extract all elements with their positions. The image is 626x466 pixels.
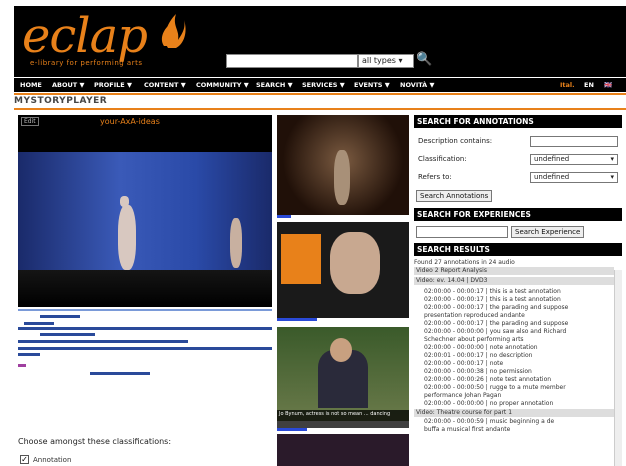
video-edit-badge[interactable]: Edit xyxy=(21,117,39,126)
video-thumbnail-4[interactable] xyxy=(277,434,409,466)
result-item[interactable]: 02:00:00 - 00:00:00 | note annotation xyxy=(414,344,614,352)
experiences-heading: SEARCH FOR EXPERIENCES xyxy=(414,208,622,221)
timeline-segment[interactable] xyxy=(24,322,54,325)
thumb-woman xyxy=(330,232,380,294)
refers-select[interactable]: undefined ▾ xyxy=(530,172,618,183)
chevron-down-icon: ▾ xyxy=(610,155,614,163)
result-group[interactable]: Video: Theatre course for part 1 xyxy=(414,409,614,417)
site-logo[interactable]: eclap xyxy=(22,10,148,62)
classification-prompt: Choose amongst these classifications: xyxy=(18,437,172,446)
description-input[interactable] xyxy=(530,136,618,147)
classification-option-label: Annotation xyxy=(33,456,72,464)
results-heading: SEARCH RESULTS xyxy=(414,243,622,256)
result-item[interactable]: 02:00:00 - 00:00:17 | the parading and s… xyxy=(414,320,614,328)
timeline-segment[interactable] xyxy=(18,347,272,350)
annotations-heading: SEARCH FOR ANNOTATIONS xyxy=(414,115,622,128)
search-annotations-button[interactable]: Search Annotations xyxy=(416,190,493,202)
timeline-segment[interactable] xyxy=(40,333,95,336)
result-item[interactable]: 02:00:00 - 00:00:59 | music beginning a … xyxy=(414,418,614,426)
lang-italian[interactable]: Ital. xyxy=(560,79,575,91)
result-item[interactable]: 02:00:00 - 00:00:17 | this is a test ann… xyxy=(414,288,614,296)
timeline-segment[interactable] xyxy=(90,372,150,375)
result-item[interactable]: 02:00:00 - 00:00:17 | note xyxy=(414,360,614,368)
classification-select[interactable]: undefined ▾ xyxy=(530,154,618,165)
results-summary: Found 27 annotations in 24 audio xyxy=(414,259,515,266)
thumb-progress xyxy=(277,215,291,218)
thumb-orange-panel xyxy=(281,234,321,284)
thumb-progress xyxy=(277,318,317,321)
nav-search[interactable]: SEARCH ▼ xyxy=(256,79,293,91)
lang-english[interactable]: EN xyxy=(584,79,594,91)
result-item[interactable]: presentation reproduced andante xyxy=(414,312,614,320)
result-item[interactable]: 02:00:00 - 00:00:17 | the parading and s… xyxy=(414,304,614,312)
page-title: MYSTORYPLAYER xyxy=(14,96,108,106)
nav-profile[interactable]: PROFILE ▼ xyxy=(94,79,132,91)
result-item[interactable]: performance Johan Pagan xyxy=(414,392,614,400)
title-divider xyxy=(14,108,626,110)
dancer-head xyxy=(120,196,129,207)
results-scrollbar[interactable] xyxy=(614,270,622,466)
result-item[interactable]: 02:00:00 - 00:00:17 | this is a test ann… xyxy=(414,296,614,304)
nav-about[interactable]: ABOUT ▼ xyxy=(52,79,84,91)
thumb-caption: Jo Bynum, actress is not so mean ... dan… xyxy=(277,410,409,428)
search-input[interactable] xyxy=(226,54,358,68)
refers-label: Refers to: xyxy=(418,173,452,181)
description-label: Description contains: xyxy=(418,137,493,145)
annotation-timeline[interactable] xyxy=(18,308,272,380)
result-item[interactable]: 02:00:00 - 00:00:00 | no proper annotati… xyxy=(414,400,614,408)
nav-events[interactable]: EVENTS ▼ xyxy=(354,79,390,91)
timeline-segment[interactable] xyxy=(40,315,80,318)
classification-label: Classification: xyxy=(418,155,467,163)
nav-underline xyxy=(14,93,626,95)
result-group[interactable]: Video 2 Report Analysis xyxy=(414,267,614,275)
nav-home[interactable]: HOME xyxy=(20,79,42,91)
experience-input[interactable] xyxy=(416,226,508,238)
thumb-figure xyxy=(334,150,350,205)
search-icon[interactable]: 🔍 xyxy=(416,52,432,68)
nav-services[interactable]: SERVICES ▼ xyxy=(302,79,345,91)
dancer-figure xyxy=(118,205,136,270)
timeline-track[interactable] xyxy=(18,309,272,311)
result-item[interactable]: buffa a musical first andante xyxy=(414,426,614,434)
classification-value: undefined xyxy=(534,155,570,163)
result-group[interactable]: Video: ev. 14.04 | DVD3 xyxy=(414,277,614,285)
dancer-figure-right xyxy=(230,218,242,268)
flag-icon[interactable]: 🇬🇧 xyxy=(604,79,612,91)
nav-content[interactable]: CONTENT ▼ xyxy=(144,79,186,91)
result-item[interactable]: 02:00:01 - 00:00:17 | no description xyxy=(414,352,614,360)
thumb-man-head xyxy=(330,338,352,362)
nav-novita[interactable]: NOVITÀ ▼ xyxy=(400,79,434,91)
search-type-value: all types xyxy=(362,56,396,65)
timeline-marker[interactable] xyxy=(18,364,26,367)
refers-value: undefined xyxy=(534,173,570,181)
thumb-progress xyxy=(277,428,307,431)
chevron-down-icon: ▾ xyxy=(610,173,614,181)
timeline-segment[interactable] xyxy=(18,340,188,343)
timeline-segment[interactable] xyxy=(18,327,272,330)
result-item[interactable]: 02:00:00 - 00:00:50 | rugge to a mute me… xyxy=(414,384,614,392)
search-experience-button[interactable]: Search Experience xyxy=(511,226,585,238)
flame-icon xyxy=(161,14,186,48)
result-item[interactable]: 02:00:00 - 00:00:26 | note test annotati… xyxy=(414,376,614,384)
result-item[interactable]: 02:00:00 - 00:00:38 | no permission xyxy=(414,368,614,376)
classification-checkbox[interactable]: ✓ xyxy=(20,455,29,464)
nav-community[interactable]: COMMUNITY ▼ xyxy=(196,79,249,91)
result-item[interactable]: 02:00:00 - 00:00:00 | you saw also and R… xyxy=(414,328,614,336)
video-title: your-AxA-ideas xyxy=(100,117,160,126)
logo-tagline: e-library for performing arts xyxy=(30,59,143,67)
search-type-select[interactable]: all types ▾ xyxy=(358,54,414,68)
result-item[interactable]: Schechner about performing arts xyxy=(414,336,614,344)
video-stage-floor xyxy=(18,270,272,307)
timeline-segment[interactable] xyxy=(18,353,40,356)
